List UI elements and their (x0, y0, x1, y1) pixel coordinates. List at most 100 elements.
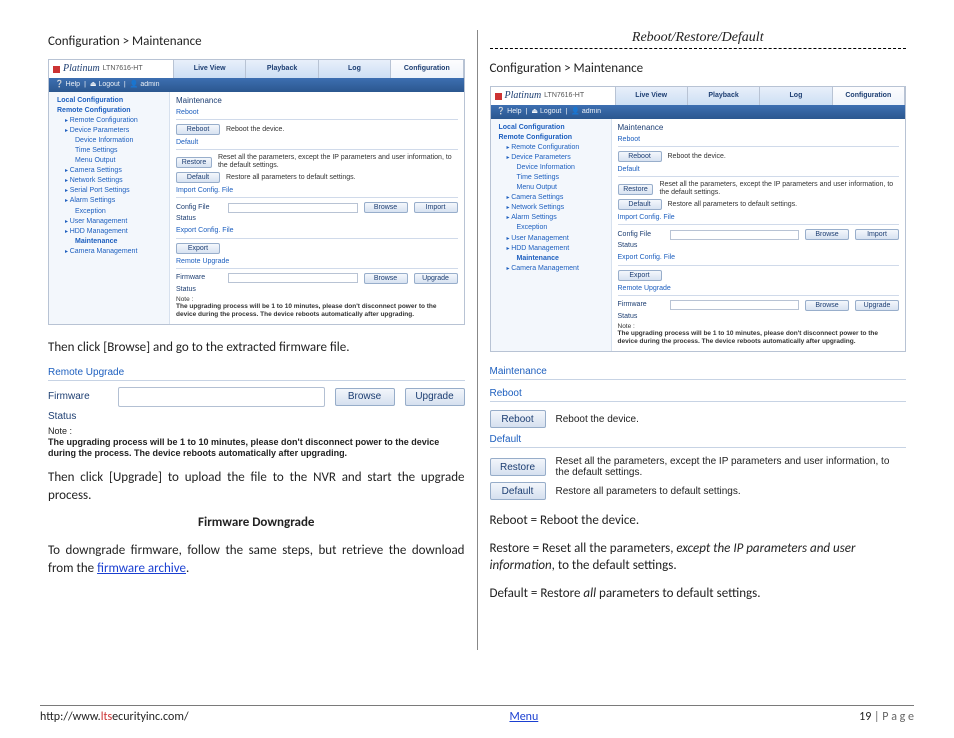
brand-name: Platinum (63, 63, 100, 75)
brand: Platinum LTN7616-HT (49, 60, 173, 78)
sidebar-item-maintenance[interactable]: Maintenance (49, 237, 169, 247)
sidebar-item-network[interactable]: Network Settings (491, 203, 611, 213)
tab-configuration[interactable]: Configuration (391, 60, 463, 78)
restore-button[interactable]: Restore (176, 157, 212, 168)
page-title: Maintenance (176, 96, 458, 105)
tab-playback[interactable]: Playback (688, 87, 760, 105)
sidebar-item-exception[interactable]: Exception (491, 223, 611, 233)
status-label-import: Status (618, 242, 664, 250)
reboot-button[interactable]: Reboot (176, 124, 220, 135)
default-desc: Restore all parameters to default settin… (226, 174, 356, 182)
reboot-section: Reboot (176, 109, 458, 117)
status-label-import: Status (176, 215, 222, 223)
sidebar-item-time[interactable]: Time Settings (491, 173, 611, 183)
tab-log[interactable]: Log (760, 87, 832, 105)
firmware-downgrade-text: To downgrade firmware, follow the same s… (48, 542, 465, 577)
default-button[interactable]: Default (618, 199, 662, 210)
sidebar-item-device-params[interactable]: Device Parameters (491, 153, 611, 163)
upgrade-button[interactable]: Upgrade (855, 300, 899, 311)
help-bar: ❔ Help | ⏏ Logout | 👤 admin (49, 78, 464, 92)
section-title: Reboot/Restore/Default (490, 30, 907, 46)
sidebar-item-network[interactable]: Network Settings (49, 176, 169, 186)
sidebar-item-camera[interactable]: Camera Settings (491, 193, 611, 203)
import-button[interactable]: Import (855, 229, 899, 240)
help-link[interactable]: ❔ Help (55, 81, 80, 89)
sidebar-item-remote2[interactable]: Remote Configuration (49, 116, 169, 126)
dashed-rule (490, 48, 907, 49)
sidebar-item-alarm[interactable]: Alarm Settings (49, 196, 169, 206)
reboot-desc: Reboot the device. (668, 153, 726, 161)
sidebar-item-hdd[interactable]: HDD Management (49, 227, 169, 237)
default-button[interactable]: Default (176, 172, 220, 183)
footer-url: http://www.ltsecurityinc.com/ (40, 710, 189, 724)
sidebar-item-time[interactable]: Time Settings (49, 146, 169, 156)
sidebar-item-user[interactable]: User Management (49, 217, 169, 227)
sidebar-item-camera[interactable]: Camera Settings (49, 166, 169, 176)
tab-playback[interactable]: Playback (246, 60, 318, 78)
config-file-input[interactable] (670, 230, 800, 240)
browse-button-import[interactable]: Browse (805, 229, 849, 240)
maint-default-desc: Restore all parameters to default settin… (556, 486, 907, 497)
reboot-button[interactable]: Reboot (618, 151, 662, 162)
sidebar-item-maintenance[interactable]: Maintenance (491, 254, 611, 264)
maint-restore-desc: Reset all the parameters, except the IP … (556, 456, 907, 478)
sidebar-item-menu-out[interactable]: Menu Output (49, 156, 169, 166)
logout-link[interactable]: ⏏ Logout (90, 81, 120, 89)
config-file-input[interactable] (228, 203, 358, 213)
sidebar-item-device-params[interactable]: Device Parameters (49, 126, 169, 136)
sidebar-item-serial[interactable]: Serial Port Settings (49, 186, 169, 196)
sidebar-item-local[interactable]: Local Configuration (49, 96, 169, 106)
tab-live-view[interactable]: Live View (174, 60, 246, 78)
sidebar-item-user[interactable]: User Management (491, 234, 611, 244)
maint-default-button[interactable]: Default (490, 482, 546, 500)
sidebar-item-remote[interactable]: Remote Configuration (491, 133, 611, 143)
tab-log[interactable]: Log (319, 60, 391, 78)
snippet-browse-button[interactable]: Browse (335, 388, 395, 406)
firmware-archive-link[interactable]: firmware archive (97, 561, 186, 576)
firmware-input[interactable] (228, 273, 358, 283)
browse-button-upgrade[interactable]: Browse (805, 300, 849, 311)
export-button[interactable]: Export (176, 243, 220, 254)
browse-button-import[interactable]: Browse (364, 202, 408, 213)
tab-live-view[interactable]: Live View (616, 87, 688, 105)
export-section: Export Config. File (176, 227, 458, 235)
maint-reboot-sub: Reboot (490, 388, 907, 399)
sidebar-item-device-info[interactable]: Device Information (491, 163, 611, 173)
logout-link[interactable]: ⏏ Logout (531, 108, 561, 116)
sidebar-item-remote[interactable]: Remote Configuration (49, 106, 169, 116)
tab-configuration[interactable]: Configuration (833, 87, 905, 105)
left-column: Configuration > Maintenance Platinum LTN… (40, 30, 473, 650)
restore-button[interactable]: Restore (618, 184, 654, 195)
firmware-input[interactable] (670, 300, 800, 310)
help-link[interactable]: ❔ Help (497, 108, 522, 116)
maint-reboot-desc: Reboot the device. (556, 414, 907, 425)
export-button[interactable]: Export (618, 270, 662, 281)
sidebar-item-device-info[interactable]: Device Information (49, 136, 169, 146)
import-button[interactable]: Import (414, 202, 458, 213)
footer-menu-link[interactable]: Menu (509, 710, 538, 724)
maint-default-sub: Default (490, 434, 907, 445)
sidebar-item-local[interactable]: Local Configuration (491, 123, 611, 133)
column-divider (477, 30, 478, 650)
config-file-label: Config File (618, 231, 664, 239)
restore-desc: Reset all the parameters, except the IP … (659, 181, 899, 197)
sidebar-item-exception[interactable]: Exception (49, 207, 169, 217)
maint-reboot-button[interactable]: Reboot (490, 410, 546, 428)
upgrade-note: Note : The upgrading process will be 1 t… (618, 323, 900, 345)
sidebar-item-hdd[interactable]: HDD Management (491, 244, 611, 254)
remote-upgrade-section: Remote Upgrade (618, 285, 900, 293)
maint-restore-button[interactable]: Restore (490, 458, 546, 476)
browse-button-upgrade[interactable]: Browse (364, 273, 408, 284)
reboot-desc: Reboot the device. (226, 126, 284, 134)
status-label-upgrade: Status (618, 313, 664, 321)
sidebar-item-camera-mgmt[interactable]: Camera Management (49, 247, 169, 257)
sidebar-item-alarm[interactable]: Alarm Settings (491, 213, 611, 223)
sidebar: Local Configuration Remote Configuration… (49, 92, 170, 324)
sidebar-item-remote2[interactable]: Remote Configuration (491, 143, 611, 153)
breadcrumb: Configuration > Maintenance (48, 34, 465, 49)
snippet-upgrade-button[interactable]: Upgrade (405, 388, 465, 406)
snippet-firmware-input[interactable] (118, 387, 325, 407)
upgrade-button[interactable]: Upgrade (414, 273, 458, 284)
sidebar-item-menu-out[interactable]: Menu Output (491, 183, 611, 193)
sidebar-item-camera-mgmt[interactable]: Camera Management (491, 264, 611, 274)
